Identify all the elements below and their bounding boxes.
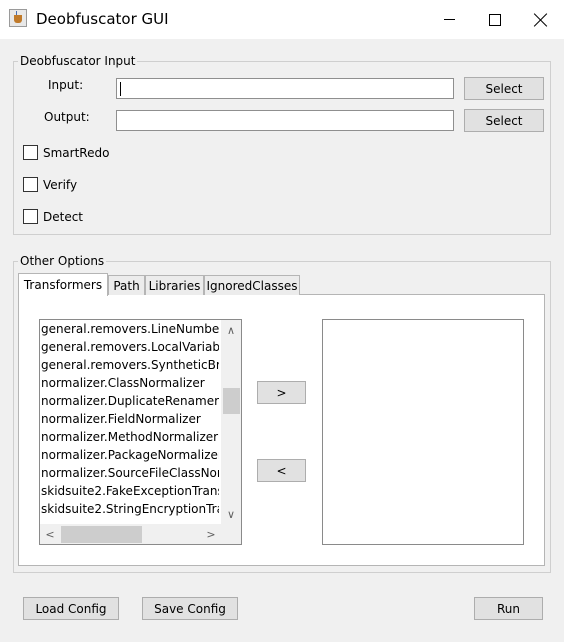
tab-transformers[interactable]: Transformers [18,273,108,296]
list-item[interactable]: normalizer.MethodNormalizer [41,428,219,446]
input-label: Input: [48,78,84,92]
remove-transformer-button[interactable]: < [257,459,306,482]
detect-checkbox[interactable]: Detect [23,209,83,224]
input-path-field[interactable] [116,78,454,99]
window-title: Deobfuscator GUI [36,10,169,28]
tab-libraries[interactable]: Libraries [145,275,204,295]
list-item[interactable]: normalizer.PackageNormalizer [41,446,219,464]
text-caret [120,82,121,96]
checkbox-box [23,145,38,160]
save-config-button[interactable]: Save Config [142,597,238,620]
list-item[interactable]: skidsuite2.FakeExceptionTransformer [41,482,219,500]
checkbox-box [23,177,38,192]
available-transformers-list[interactable]: general.removers.LineNumberRemover gener… [39,319,242,545]
output-path-field[interactable] [116,110,454,131]
add-transformer-button[interactable]: > [257,381,306,404]
detect-label: Detect [43,209,84,224]
run-button[interactable]: Run [474,597,543,620]
tab-ignoredclasses[interactable]: IgnoredClasses [204,275,300,295]
select-input-button[interactable]: Select [464,77,544,100]
close-icon [534,13,548,27]
scrollbar-corner [221,524,241,544]
horizontal-scroll-thumb[interactable] [61,526,142,543]
smartredo-label: SmartRedo [43,145,110,160]
list-item[interactable]: normalizer.ClassNormalizer [41,374,219,392]
horizontal-scrollbar[interactable]: < > [40,524,221,544]
minimize-button[interactable] [426,0,472,39]
close-button[interactable] [518,0,564,39]
list-item[interactable]: normalizer.FieldNormalizer [41,410,219,428]
load-config-button[interactable]: Load Config [23,597,119,620]
list-item[interactable]: general.removers.SyntheticBridgeRemover [41,356,219,374]
scroll-left-icon[interactable]: < [40,524,60,544]
smartredo-checkbox[interactable]: SmartRedo [23,145,109,160]
java-app-icon [9,9,27,27]
maximize-icon [489,13,501,26]
list-item[interactable]: skidsuite2.StringEncryptionTransformer [41,500,219,518]
scroll-right-icon[interactable]: > [201,524,221,544]
verify-checkbox[interactable]: Verify [23,177,77,192]
scroll-up-icon[interactable]: ∧ [221,320,241,340]
verify-label: Verify [43,177,78,192]
maximize-button[interactable] [472,0,518,39]
list-item[interactable]: general.removers.LocalVariableRemover [41,338,219,356]
tab-path[interactable]: Path [108,275,145,295]
scroll-down-icon[interactable]: ∨ [221,504,241,524]
list-item[interactable]: normalizer.DuplicateRenamer [41,392,219,410]
list-item[interactable]: normalizer.SourceFileClassNormalizer [41,464,219,482]
options-group-legend: Other Options [18,254,107,268]
title-bar: Deobfuscator GUI [0,0,564,39]
vertical-scroll-thumb[interactable] [223,388,240,414]
list-item[interactable]: general.removers.LineNumberRemover [41,320,219,338]
select-output-button[interactable]: Select [464,109,544,132]
vertical-scrollbar[interactable]: ∧ ∨ [221,320,241,524]
minimize-icon [443,19,455,20]
output-label: Output: [44,110,90,124]
checkbox-box [23,209,38,224]
selected-transformers-list[interactable] [322,319,524,545]
input-group-legend: Deobfuscator Input [18,54,138,68]
